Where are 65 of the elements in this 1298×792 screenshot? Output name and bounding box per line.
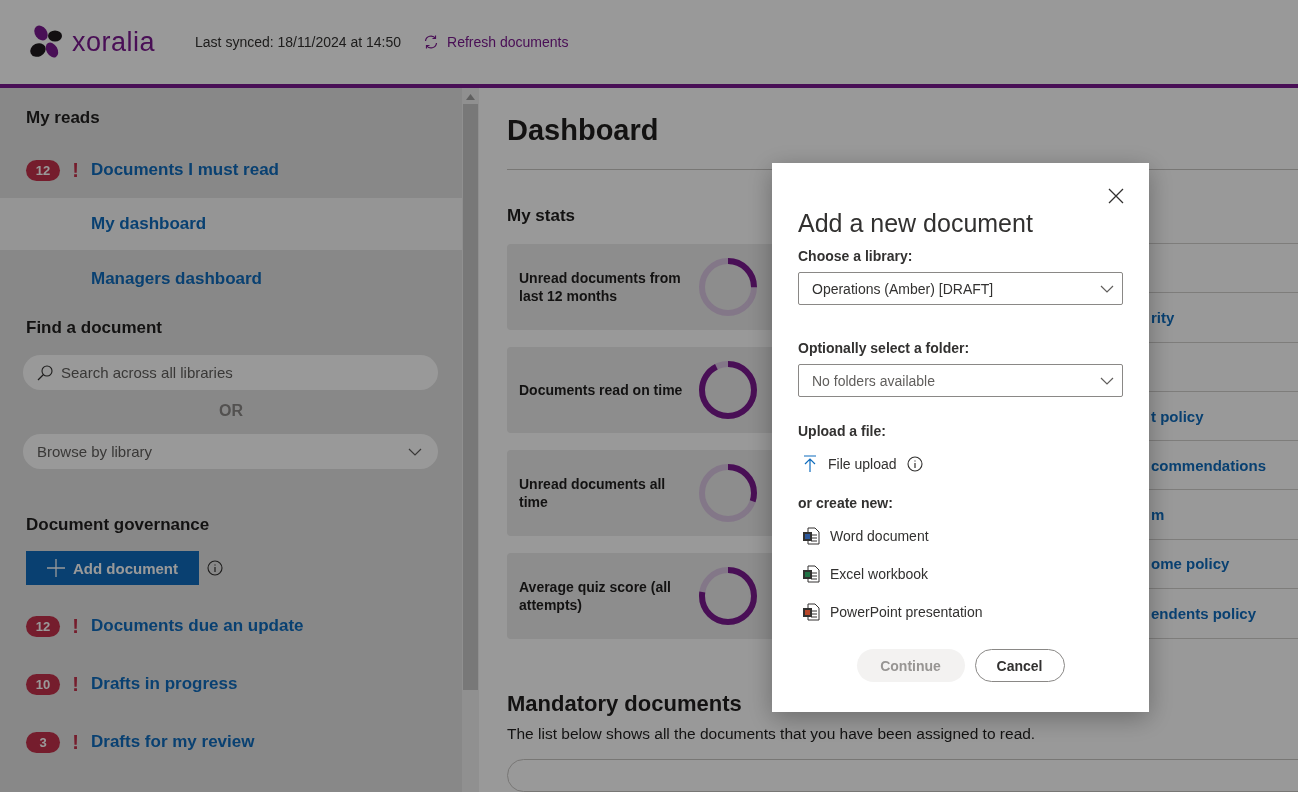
stat-label: Documents read on time [519, 381, 683, 399]
field-label: Choose a library: [798, 248, 914, 264]
close-icon [1107, 187, 1125, 205]
document-link[interactable]: commendations [1151, 456, 1267, 474]
count-badge: 3 [26, 731, 60, 753]
section-title: My reads [25, 108, 101, 128]
search-field[interactable]: Search across all libraries [23, 355, 438, 390]
library-dropdown[interactable]: Browse by library [23, 434, 438, 469]
close-button[interactable] [1107, 187, 1125, 205]
create-option[interactable]: PowerPoint presentation [798, 593, 1123, 631]
count-badge: 12 [26, 615, 60, 637]
powerpoint-file-icon [802, 603, 820, 621]
field-label: or create new: [798, 495, 894, 511]
excel-file-icon [802, 565, 820, 583]
plus-icon [47, 559, 65, 577]
logo-text: xoralia [72, 26, 156, 58]
add-document-button[interactable]: Add document [26, 551, 199, 585]
upload-icon [802, 455, 818, 473]
stat-label: Unread documents all time [519, 475, 667, 511]
nav-item[interactable]: 12 ! Documents I must read [0, 142, 462, 198]
info-icon[interactable] [906, 456, 923, 472]
refresh-icon [423, 34, 440, 50]
search-placeholder: Search across all libraries [61, 364, 233, 381]
count-badge: 12 [26, 159, 60, 181]
document-link[interactable]: m [1151, 506, 1165, 524]
cancel-button[interactable]: Cancel [974, 649, 1065, 682]
section-title: Document governance [25, 515, 211, 535]
scroll-up-icon [466, 94, 475, 100]
field-label: Upload a file: [798, 423, 887, 439]
folder-select[interactable]: No folders available [798, 364, 1123, 397]
document-link[interactable]: endents policy [1151, 604, 1257, 622]
section-description: The list below shows all the documents that you have been assigned to read. [507, 725, 1037, 743]
chevron-down-icon [1100, 376, 1114, 385]
chevron-down-icon [408, 447, 422, 456]
dialog-title: Add a new document [798, 209, 1034, 238]
stat-label: Average quiz score (all attempts) [519, 578, 672, 614]
create-option[interactable]: Excel workbook [798, 555, 1123, 593]
document-link[interactable]: t policy [1151, 407, 1204, 425]
count-badge: 10 [26, 673, 60, 695]
nav-item[interactable]: My dashboard [0, 198, 462, 250]
alert-icon: ! [60, 158, 91, 182]
alert-icon: ! [60, 730, 91, 754]
create-option[interactable]: Word document [798, 517, 1123, 555]
info-icon[interactable] [207, 560, 223, 576]
document-link[interactable]: rity [1151, 308, 1175, 326]
library-select[interactable]: Operations (Amber) [DRAFT] [798, 272, 1123, 305]
alert-icon: ! [60, 614, 91, 638]
section-title: Mandatory documents [507, 691, 743, 717]
nav-item[interactable]: Managers dashboard [0, 250, 462, 308]
alert-icon: ! [60, 672, 91, 696]
refresh-link[interactable]: Refresh documents [423, 34, 569, 50]
nav-item[interactable]: 10 ! Drafts in progress [0, 655, 462, 713]
nav-item[interactable]: 12 ! Documents due an update [0, 597, 462, 655]
file-upload-link[interactable]: File upload [798, 445, 1123, 483]
field-label: Optionally select a folder: [798, 340, 971, 356]
chevron-down-icon [1100, 284, 1114, 293]
search-icon [37, 364, 53, 381]
word-file-icon [802, 527, 820, 545]
nav-item[interactable]: 3 ! Drafts for my review [0, 713, 462, 771]
document-link[interactable]: ome policy [1151, 555, 1230, 573]
section-title: My stats [507, 206, 576, 226]
section-title: Find a document [25, 318, 163, 338]
sync-status: Last synced: 18/11/2024 at 14:50 [195, 34, 402, 50]
or-divider-text: OR [219, 401, 243, 421]
stat-label: Unread documents from last 12 months [519, 269, 682, 305]
